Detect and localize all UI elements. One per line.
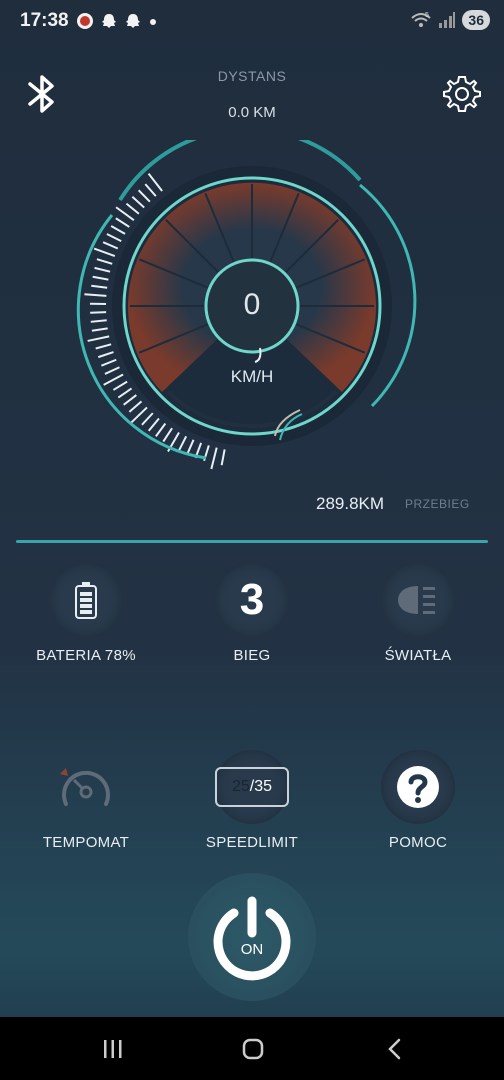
gauge-tick bbox=[186, 439, 195, 455]
battery-button[interactable] bbox=[49, 563, 123, 637]
wifi-label: 5 bbox=[425, 12, 429, 19]
gauge-tick bbox=[97, 351, 114, 359]
gauge-tick bbox=[101, 358, 117, 367]
help-label: POMOC bbox=[388, 834, 448, 851]
gauge-tick bbox=[210, 447, 218, 470]
gauge-tick bbox=[117, 387, 133, 399]
gauge-tick bbox=[90, 311, 107, 314]
cruise-label: TEMPOMAT bbox=[42, 834, 130, 851]
status-right-icons: 5 36 bbox=[410, 10, 490, 30]
gauge-tick bbox=[155, 422, 167, 437]
gear-tile[interactable]: 3 BIEG bbox=[177, 563, 327, 664]
battery-label: BATERIA 78% bbox=[36, 647, 136, 664]
gauge-tick bbox=[84, 293, 107, 297]
battery-icon bbox=[75, 582, 97, 619]
gauge-tick bbox=[144, 183, 157, 197]
recent-apps-icon[interactable] bbox=[102, 1038, 124, 1060]
speedometer-icon bbox=[60, 768, 110, 806]
gauge-tick bbox=[102, 241, 119, 250]
snapchat-icon bbox=[126, 14, 140, 28]
odometer-label: PRZEBIEG bbox=[405, 497, 470, 511]
speedlimit-box: 25 / 35 bbox=[215, 767, 289, 807]
gauge-tick bbox=[96, 258, 113, 265]
status-battery: 36 bbox=[462, 10, 490, 30]
help-icon bbox=[397, 766, 439, 808]
dot-icon bbox=[150, 19, 156, 25]
speedlimit-label: SPEEDLIMIT bbox=[205, 834, 299, 851]
cruise-button[interactable] bbox=[49, 750, 123, 824]
gauge-tick bbox=[94, 266, 111, 273]
system-navbar bbox=[0, 1017, 504, 1080]
snapchat-icon bbox=[102, 14, 116, 28]
help-button[interactable] bbox=[381, 750, 455, 824]
gauge-tick bbox=[110, 225, 126, 235]
status-time: 17:38 bbox=[20, 10, 69, 31]
power-button[interactable]: ON bbox=[188, 873, 316, 1001]
gauge-tick bbox=[91, 284, 108, 289]
power-label: ON bbox=[240, 941, 264, 958]
gauge-tick bbox=[115, 206, 135, 221]
gauge-tick bbox=[115, 217, 130, 228]
back-icon[interactable] bbox=[384, 1037, 406, 1061]
gauge-tick bbox=[90, 319, 107, 323]
gauge-tick bbox=[131, 196, 145, 209]
home-icon[interactable] bbox=[241, 1037, 265, 1061]
gauge-tick bbox=[125, 202, 140, 215]
gauge-tick bbox=[92, 275, 109, 281]
gear-label: BIEG bbox=[233, 647, 271, 664]
gauge-tick bbox=[147, 172, 163, 192]
gauge-tick bbox=[137, 189, 151, 203]
speed-value: 0 bbox=[243, 288, 261, 321]
gauge-tick bbox=[141, 412, 154, 426]
odometer-value: 289.8KM bbox=[316, 494, 385, 513]
help-tile[interactable]: POMOC bbox=[343, 750, 493, 851]
gauge-tick bbox=[220, 449, 226, 466]
battery-tile[interactable]: BATERIA 78% bbox=[11, 563, 161, 664]
gauge-tick bbox=[112, 380, 128, 391]
headlight-icon bbox=[398, 586, 435, 614]
speed-unit: KM/H bbox=[230, 367, 274, 386]
lights-label: ŚWIATŁA bbox=[384, 647, 452, 664]
gauge-tick bbox=[123, 394, 137, 406]
gauge-tick bbox=[91, 327, 108, 332]
gauge-tick bbox=[93, 247, 116, 258]
speedlimit-tile[interactable]: 25 / 35 SPEEDLIMIT bbox=[177, 750, 327, 851]
status-notification-icons bbox=[76, 12, 158, 30]
gauge-tick bbox=[106, 233, 122, 242]
gauge-tick bbox=[178, 435, 188, 452]
gauge-tick bbox=[95, 343, 112, 350]
gauge-tick bbox=[104, 366, 120, 375]
speedlimit-max: 35 bbox=[254, 778, 273, 795]
app-notification-icon bbox=[77, 13, 93, 29]
distance-label: DYSTANS bbox=[217, 68, 287, 84]
lights-button[interactable] bbox=[381, 563, 455, 637]
power-icon bbox=[213, 896, 291, 981]
speedlimit-button[interactable]: 25 / 35 bbox=[215, 750, 289, 824]
gauge-tick bbox=[162, 427, 173, 443]
gauge-tick bbox=[87, 335, 110, 342]
gauge-tick bbox=[103, 373, 124, 386]
gauge-tick bbox=[147, 417, 160, 432]
signal-icon bbox=[439, 12, 456, 28]
wifi-icon: 5 bbox=[411, 12, 432, 27]
speedlimit-current: 25 bbox=[231, 778, 250, 795]
divider bbox=[16, 540, 488, 543]
gear-button[interactable]: 3 bbox=[215, 563, 289, 637]
gauge-tick bbox=[128, 400, 143, 413]
lights-tile[interactable]: ŚWIATŁA bbox=[343, 563, 493, 664]
distance-value: 0.0 KM bbox=[228, 104, 276, 121]
cruise-tile[interactable]: TEMPOMAT bbox=[11, 750, 161, 851]
gear-value: 3 bbox=[239, 575, 265, 624]
gauge-tick bbox=[130, 406, 148, 424]
